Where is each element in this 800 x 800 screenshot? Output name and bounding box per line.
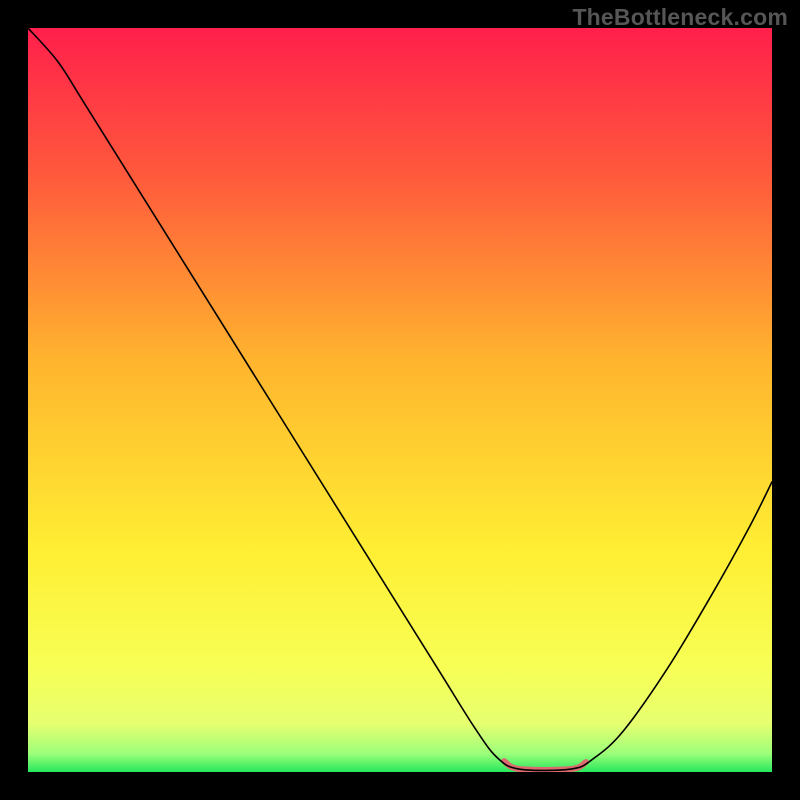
bottleneck-chart [28, 28, 772, 772]
chart-frame: TheBottleneck.com [0, 0, 800, 800]
watermark-text: TheBottleneck.com [572, 4, 788, 31]
gradient-background [28, 28, 772, 772]
